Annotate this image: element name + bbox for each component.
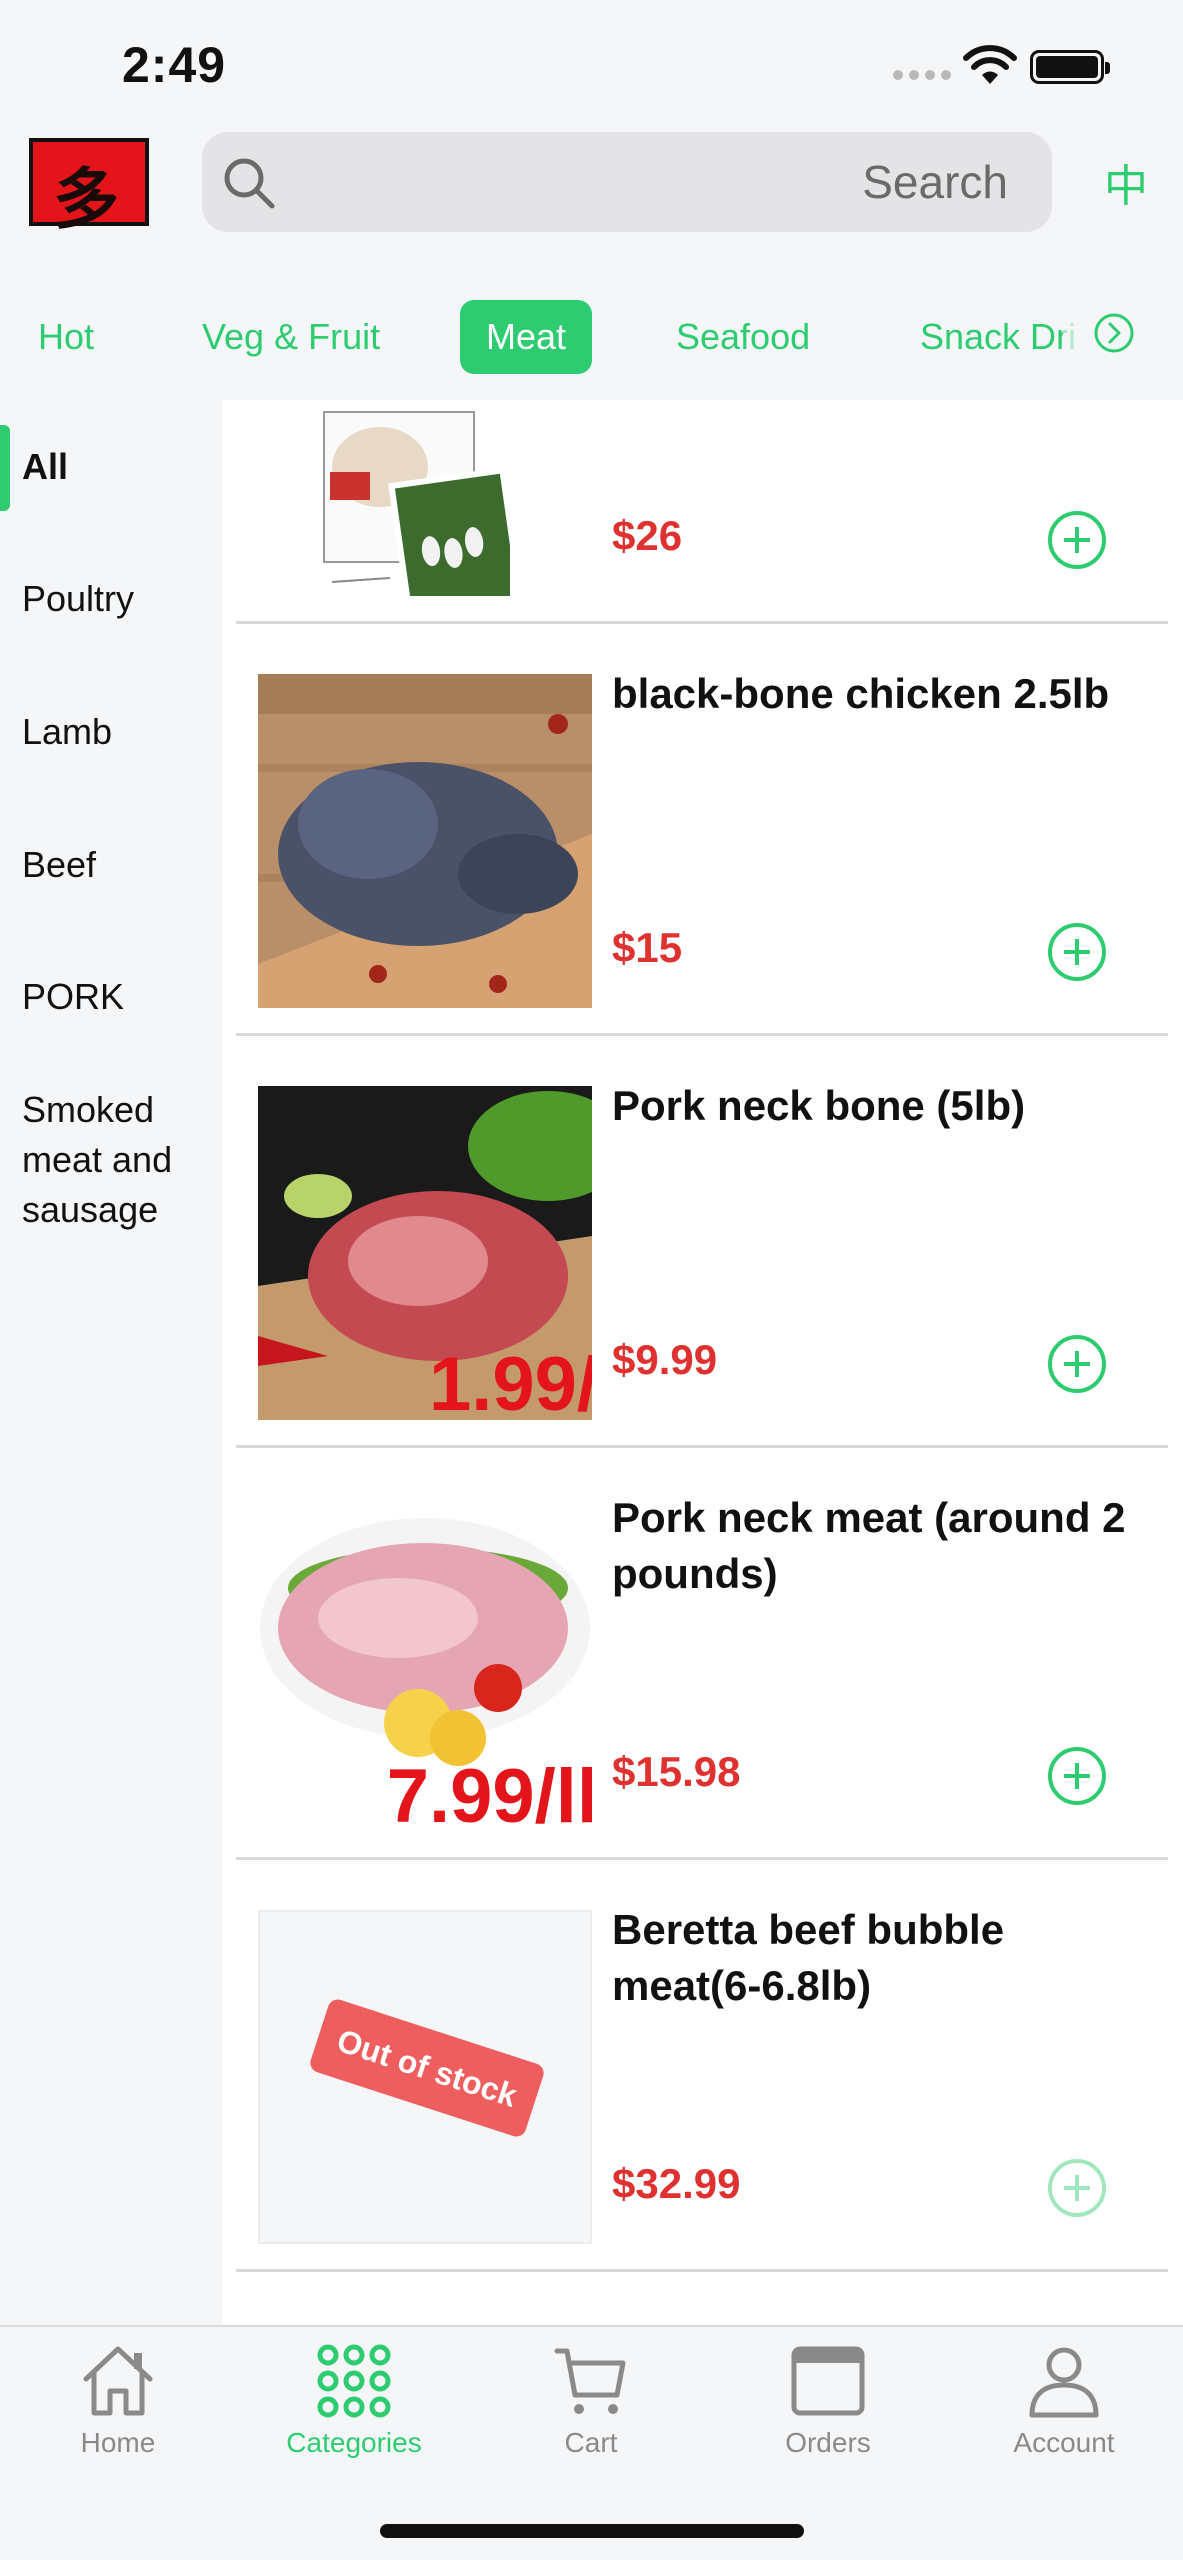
divider [236,2269,1168,2272]
status-bar: 2:49 [0,0,1183,120]
logo-glyph: 多 [53,160,119,238]
product-name: Beretta beef bubble meat(6-6.8lb) [612,1906,1005,2009]
tabbar-home[interactable]: Home [18,2341,218,2459]
tabbar-label: Categories [286,2427,422,2458]
list-item[interactable]: 7.99/ll Pork neck meat (around 2 pounds)… [222,1448,1183,1860]
language-toggle-button[interactable]: 中 [1104,150,1148,214]
window-icon [791,2346,865,2416]
image-price-overlay: 7.99/ll [386,1754,592,1832]
tab-seafood[interactable]: Seafood [676,300,810,374]
category-tabs: Hot Veg & Fruit Meat Seafood Snack Dri [0,280,1183,400]
search-bar[interactable] [202,132,1052,232]
list-item[interactable]: Out of stock Beretta beef bubble meat(6-… [222,1860,1183,2272]
product-price: $26 [612,512,683,559]
product-image-pork-neck-bone: 1.99/ [258,1086,592,1420]
tab-meat[interactable]: Meat [460,300,593,374]
person-icon [1029,2347,1099,2418]
subcategory-sidebar: All Poultry Lamb Beef PORK Smoked meat a… [0,400,222,2325]
wifi-icon [963,45,1017,84]
add-to-cart-button[interactable] [1048,2159,1106,2217]
tabbar-categories[interactable]: Categories [254,2341,454,2459]
tabbar-label: Account [1013,2427,1115,2458]
image-price-overlay: 1.99/ [428,1342,592,1420]
product-price: $32.99 [612,2160,741,2207]
product-image-duck [310,400,510,596]
product-list[interactable]: $26 black-bone chicken 2.5lb $15 1.99/ P… [222,400,1183,2325]
active-indicator [0,425,10,511]
header: 多 中 [0,120,1183,280]
list-item[interactable]: black-bone chicken 2.5lb $15 [222,624,1183,1036]
list-item[interactable]: 1.99/ Pork neck bone (5lb) $9.99 [222,1036,1183,1448]
add-to-cart-button[interactable] [1048,511,1106,569]
product-name: Pork neck meat (around 2 pounds) [612,1494,1126,1597]
add-to-cart-button[interactable] [1048,1747,1106,1805]
sidebar-item-lamb[interactable]: Lamb [22,707,212,757]
cellular-signal-icon [893,70,951,80]
tabbar-label: Home [80,2427,156,2458]
sidebar-item-all[interactable]: All [22,442,212,492]
product-price: $15 [612,924,683,971]
battery-icon [1030,50,1110,84]
product-image-black-chicken [258,674,592,1008]
tab-hot[interactable]: Hot [38,300,94,374]
tabbar-account[interactable]: Account [964,2341,1164,2459]
sidebar-item-pork[interactable]: PORK [22,972,212,1022]
tabbar-cart[interactable]: Cart [491,2341,691,2459]
tab-veg-fruit[interactable]: Veg & Fruit [202,300,380,374]
search-icon [224,158,275,209]
duck-photo [310,400,510,596]
product-name: Pork neck bone (5lb) [612,1082,1026,1129]
home-icon [83,2346,153,2416]
tab-snack-drink[interactable]: Snack Dri [920,300,1076,374]
tabbar-label: Cart [564,2427,618,2458]
product-image-pork-neck-meat: 7.99/ll [258,1498,592,1832]
status-time: 2:49 [122,37,227,93]
black-chicken-photo [258,674,592,1008]
add-to-cart-button[interactable] [1048,923,1106,981]
tabbar-orders[interactable]: Orders [728,2341,928,2459]
home-indicator [380,2524,804,2538]
add-to-cart-button[interactable] [1048,1335,1106,1393]
chevron-right-circle-icon [1094,313,1134,353]
out-of-stock-badge: Out of stock [307,1996,547,2140]
sidebar-item-poultry[interactable]: Poultry [22,574,212,624]
cart-icon [554,2348,626,2414]
tabs-more-button[interactable] [1063,284,1183,388]
product-name: black-bone chicken 2.5lb [612,670,1110,717]
product-price: $9.99 [612,1336,718,1383]
list-item[interactable]: $26 [222,400,1183,624]
sidebar-item-smoked-meat[interactable]: Smoked meat and sausage [22,1085,212,1235]
tabbar-label: Orders [785,2427,871,2458]
product-image-placeholder: Out of stock [258,1910,592,2244]
search-input[interactable] [608,154,1008,210]
store-logo[interactable]: 多 [29,138,149,238]
grid-icon [317,2344,391,2418]
product-price: $15.98 [612,1748,741,1795]
sidebar-item-beef[interactable]: Beef [22,840,212,890]
